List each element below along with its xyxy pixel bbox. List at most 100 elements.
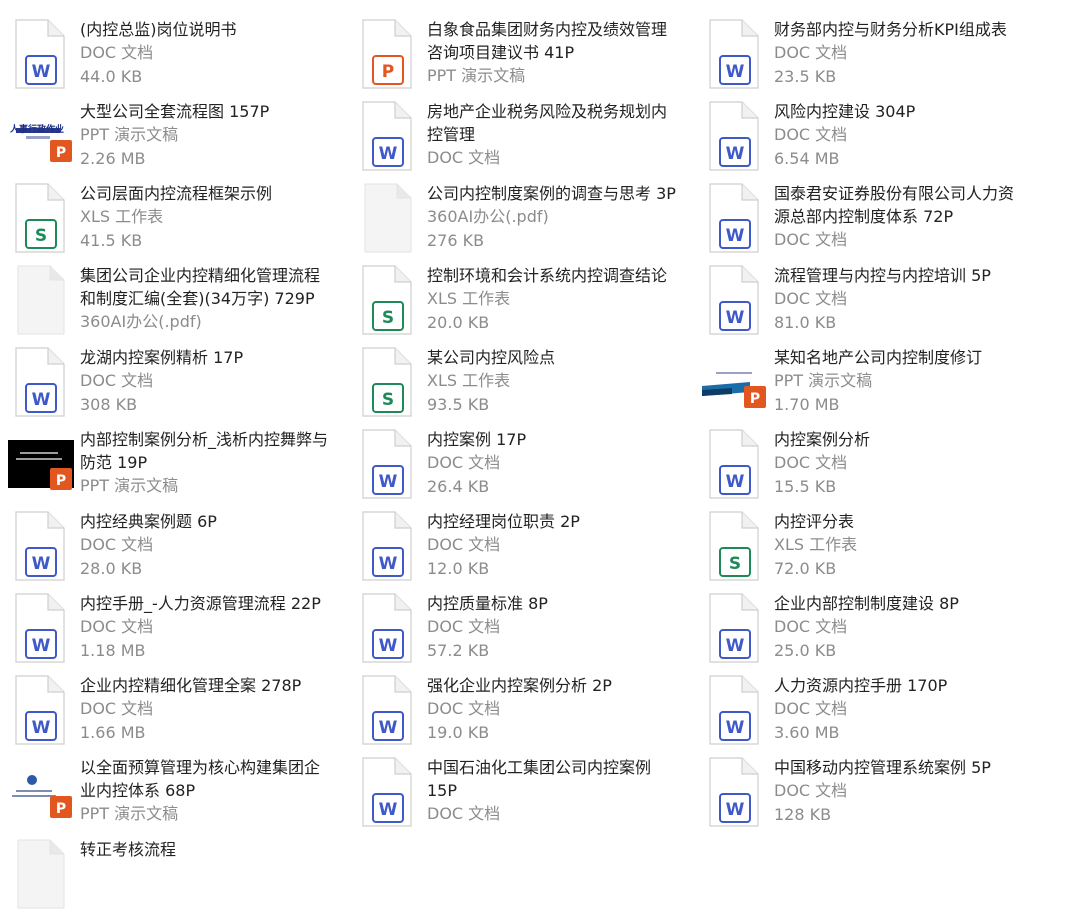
file-item[interactable]: W 内控案例 17P DOC 文档 26.4 KB bbox=[355, 428, 695, 508]
file-type: PPT 演示文稿 bbox=[427, 66, 526, 85]
file-size: 93.5 KB bbox=[427, 395, 490, 414]
word-icon: W bbox=[706, 100, 762, 172]
file-title: 以全面预算管理为核心构建集团企 业内控体系 68P bbox=[80, 758, 321, 800]
file-meta: 白象食品集团财务内控及绩效管理 咨询项目建议书 41P PPT 演示文稿 bbox=[427, 18, 695, 88]
file-item[interactable]: W 房地产企业税务风险及税务规划内 控管理 DOC 文档 bbox=[355, 100, 695, 180]
file-title: 内控质量标准 8P bbox=[427, 594, 548, 613]
file-title: 内部控制案例分析_浅析内控舞弊与 防范 19P bbox=[80, 430, 329, 472]
file-type: PPT 演示文稿 bbox=[80, 476, 179, 495]
file-item[interactable]: W 内控经理岗位职责 2P DOC 文档 12.0 KB bbox=[355, 510, 695, 590]
file-item[interactable]: S 公司层面内控流程框架示例 XLS 工作表 41.5 KB bbox=[8, 182, 348, 262]
file-item[interactable]: W 内控案例分析 DOC 文档 15.5 KB bbox=[702, 428, 1042, 508]
file-meta: 财务部内控与财务分析KPI组成表 DOC 文档 23.5 KB bbox=[774, 18, 1042, 89]
file-size: 28.0 KB bbox=[80, 559, 143, 578]
file-item[interactable]: P 大型公司全套流程图 157P PPT 演示文稿 2.26 MB 人事行政作业 bbox=[8, 100, 348, 180]
file-title: 内控评分表 bbox=[774, 512, 855, 531]
file-meta: 控制环境和会计系统内控调查结论 XLS 工作表 20.0 KB bbox=[427, 264, 695, 335]
file-size: 1.70 MB bbox=[774, 395, 840, 414]
file-item[interactable]: P 以全面预算管理为核心构建集团企 业内控体系 68P PPT 演示文稿 bbox=[8, 756, 348, 836]
file-type: XLS 工作表 bbox=[427, 371, 511, 390]
file-meta: 内部控制案例分析_浅析内控舞弊与 防范 19P PPT 演示文稿 bbox=[80, 428, 348, 498]
file-item[interactable]: 公司内控制度案例的调查与思考 3P 360AI办公(.pdf) 276 KB bbox=[355, 182, 695, 262]
word-icon: W bbox=[359, 592, 415, 664]
svg-text:S: S bbox=[35, 226, 47, 246]
file-size: 23.5 KB bbox=[774, 67, 837, 86]
file-item[interactable]: S 内控评分表 XLS 工作表 72.0 KB bbox=[702, 510, 1042, 590]
word-icon: W bbox=[359, 674, 415, 746]
file-item[interactable]: W 国泰君安证券股份有限公司人力资 源总部内控制度体系 72P DOC 文档 bbox=[702, 182, 1042, 262]
file-item[interactable]: P 内部控制案例分析_浅析内控舞弊与 防范 19P PPT 演示文稿 bbox=[8, 428, 348, 508]
file-type: DOC 文档 bbox=[427, 699, 501, 718]
file-item[interactable]: W 风险内控建设 304P DOC 文档 6.54 MB bbox=[702, 100, 1042, 180]
file-item[interactable]: S 某公司内控风险点 XLS 工作表 93.5 KB bbox=[355, 346, 695, 426]
word-icon: W bbox=[12, 510, 68, 582]
file-type: DOC 文档 bbox=[80, 43, 154, 62]
file-title: 白象食品集团财务内控及绩效管理 咨询项目建议书 41P bbox=[427, 20, 668, 62]
file-item[interactable]: W 内控手册_-人力资源管理流程 22P DOC 文档 1.18 MB bbox=[8, 592, 348, 672]
file-title: 财务部内控与财务分析KPI组成表 bbox=[774, 20, 1007, 39]
file-title: 控制环境和会计系统内控调查结论 bbox=[427, 266, 668, 285]
word-icon: W bbox=[12, 346, 68, 418]
svg-text:S: S bbox=[382, 390, 394, 410]
file-title: 龙湖内控案例精析 17P bbox=[80, 348, 244, 367]
word-icon: W bbox=[359, 100, 415, 172]
file-title: 大型公司全套流程图 157P bbox=[80, 102, 270, 121]
file-item[interactable]: W 人力资源内控手册 170P DOC 文档 3.60 MB bbox=[702, 674, 1042, 754]
svg-text:W: W bbox=[32, 636, 51, 656]
file-item[interactable]: W 流程管理与内控与内控培训 5P DOC 文档 81.0 KB bbox=[702, 264, 1042, 344]
file-title: 中国石油化工集团公司内控案例 15P bbox=[427, 758, 652, 800]
file-type: DOC 文档 bbox=[774, 781, 848, 800]
file-item[interactable]: W 强化企业内控案例分析 2P DOC 文档 19.0 KB bbox=[355, 674, 695, 754]
word-icon: W bbox=[359, 510, 415, 582]
file-size: 12.0 KB bbox=[427, 559, 490, 578]
svg-text:P: P bbox=[56, 473, 66, 489]
svg-text:W: W bbox=[379, 554, 398, 574]
file-type: DOC 文档 bbox=[427, 804, 501, 823]
file-item[interactable]: 集团公司企业内控精细化管理流程 和制度汇编(全套)(34万字) 729P 360… bbox=[8, 264, 348, 344]
file-item[interactable]: W 内控质量标准 8P DOC 文档 57.2 KB bbox=[355, 592, 695, 672]
file-item[interactable]: W 中国石油化工集团公司内控案例 15P DOC 文档 bbox=[355, 756, 695, 836]
file-item[interactable]: W 龙湖内控案例精析 17P DOC 文档 308 KB bbox=[8, 346, 348, 426]
file-title: 内控手册_-人力资源管理流程 22P bbox=[80, 594, 321, 613]
file-item[interactable]: P 白象食品集团财务内控及绩效管理 咨询项目建议书 41P PPT 演示文稿 bbox=[355, 18, 695, 98]
file-meta: 国泰君安证券股份有限公司人力资 源总部内控制度体系 72P DOC 文档 bbox=[774, 182, 1042, 252]
file-item[interactable]: W 中国移动内控管理系统案例 5P DOC 文档 128 KB bbox=[702, 756, 1042, 836]
svg-text:W: W bbox=[379, 472, 398, 492]
file-meta: 内控评分表 XLS 工作表 72.0 KB bbox=[774, 510, 1042, 581]
file-item[interactable]: S 控制环境和会计系统内控调查结论 XLS 工作表 20.0 KB bbox=[355, 264, 695, 344]
file-meta: 内控经理岗位职责 2P DOC 文档 12.0 KB bbox=[427, 510, 695, 581]
file-item[interactable]: P 某知名地产公司内控制度修订 PPT 演示文稿 1.70 MB bbox=[702, 346, 1042, 426]
svg-text:W: W bbox=[32, 718, 51, 738]
word-icon: W bbox=[12, 18, 68, 90]
file-item[interactable]: 转正考核流程 bbox=[8, 838, 348, 918]
file-item[interactable]: W 企业内部控制制度建设 8P DOC 文档 25.0 KB bbox=[702, 592, 1042, 672]
file-meta: 房地产企业税务风险及税务规划内 控管理 DOC 文档 bbox=[427, 100, 695, 170]
file-item[interactable]: W 内控经典案例题 6P DOC 文档 28.0 KB bbox=[8, 510, 348, 590]
file-meta: 人力资源内控手册 170P DOC 文档 3.60 MB bbox=[774, 674, 1042, 745]
file-title: 转正考核流程 bbox=[80, 840, 177, 859]
svg-text:P: P bbox=[56, 145, 66, 161]
file-meta: 内控经典案例题 6P DOC 文档 28.0 KB bbox=[80, 510, 348, 581]
file-meta: 某知名地产公司内控制度修订 PPT 演示文稿 1.70 MB bbox=[774, 346, 1042, 417]
file-size: 6.54 MB bbox=[774, 149, 840, 168]
file-meta: 内控案例 17P DOC 文档 26.4 KB bbox=[427, 428, 695, 499]
word-icon: W bbox=[12, 592, 68, 664]
svg-text:W: W bbox=[379, 144, 398, 164]
word-icon: W bbox=[706, 674, 762, 746]
file-size: 2.26 MB bbox=[80, 149, 146, 168]
file-item[interactable]: W (内控总监)岗位说明书 DOC 文档 44.0 KB bbox=[8, 18, 348, 98]
file-title: 流程管理与内控与内控培训 5P bbox=[774, 266, 991, 285]
file-size: 44.0 KB bbox=[80, 67, 143, 86]
file-item[interactable]: W 财务部内控与财务分析KPI组成表 DOC 文档 23.5 KB bbox=[702, 18, 1042, 98]
file-title: 企业内部控制制度建设 8P bbox=[774, 594, 959, 613]
word-icon: W bbox=[706, 592, 762, 664]
powerpoint-icon: P bbox=[359, 18, 415, 90]
file-meta: 某公司内控风险点 XLS 工作表 93.5 KB bbox=[427, 346, 695, 417]
file-item[interactable]: W 企业内控精细化管理全案 278P DOC 文档 1.66 MB bbox=[8, 674, 348, 754]
file-type: DOC 文档 bbox=[427, 617, 501, 636]
excel-icon: S bbox=[706, 510, 762, 582]
file-meta: 风险内控建设 304P DOC 文档 6.54 MB bbox=[774, 100, 1042, 171]
file-size: 15.5 KB bbox=[774, 477, 837, 496]
file-type: PPT 演示文稿 bbox=[80, 804, 179, 823]
file-meta: 内控质量标准 8P DOC 文档 57.2 KB bbox=[427, 592, 695, 663]
